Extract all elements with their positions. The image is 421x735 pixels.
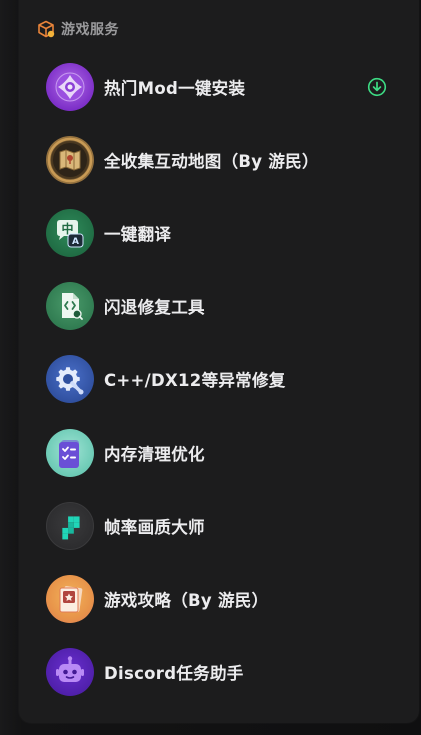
app-background: 游戏服务 热门Mod一键安装 全收集互动地图（By 游民） 中 A 一键翻译 闪… xyxy=(0,0,421,735)
service-item-mod-install[interactable]: 热门Mod一键安装 xyxy=(19,50,419,123)
service-item-runtime-fix[interactable]: C++/DX12等异常修复 xyxy=(19,343,419,416)
guide-book-icon xyxy=(46,574,94,623)
service-label: 热门Mod一键安装 xyxy=(104,78,246,98)
service-list: 热门Mod一键安装 全收集互动地图（By 游民） 中 A 一键翻译 闪退修复工具… xyxy=(19,50,419,709)
service-label: Discord任务助手 xyxy=(104,664,244,684)
panel-header: 游戏服务 xyxy=(37,18,119,40)
map-icon xyxy=(46,135,94,184)
service-item-interactive-map[interactable]: 全收集互动地图（By 游民） xyxy=(19,123,419,196)
translate-icon: 中 A xyxy=(46,208,94,257)
service-item-memory-clean[interactable]: 内存清理优化 xyxy=(19,416,419,489)
service-label: C++/DX12等异常修复 xyxy=(104,371,286,391)
service-label: 内存清理优化 xyxy=(104,444,205,464)
memory-clean-icon xyxy=(46,428,94,477)
download-circle-icon[interactable] xyxy=(367,77,387,97)
service-label: 游戏攻略（By 游民） xyxy=(104,590,269,610)
service-label: 闪退修复工具 xyxy=(104,298,205,318)
gear-repair-icon xyxy=(46,355,94,404)
file-repair-icon xyxy=(46,282,94,331)
service-label: 全收集互动地图（By 游民） xyxy=(104,151,319,171)
service-item-game-guide[interactable]: 游戏攻略（By 游民） xyxy=(19,562,419,635)
package-box-icon xyxy=(37,20,55,38)
svg-text:A: A xyxy=(72,237,79,247)
discord-bot-icon xyxy=(46,648,94,697)
service-item-discord-helper[interactable]: Discord任务助手 xyxy=(19,636,419,709)
panel-title: 游戏服务 xyxy=(61,22,119,38)
mod-install-icon xyxy=(46,62,94,111)
service-item-translate[interactable]: 中 A 一键翻译 xyxy=(19,196,419,269)
service-item-frame-rate[interactable]: 帧率画质大师 xyxy=(19,489,419,562)
frame-rate-icon xyxy=(46,501,94,550)
service-item-crash-fix[interactable]: 闪退修复工具 xyxy=(19,270,419,343)
service-label: 一键翻译 xyxy=(104,224,172,244)
game-services-panel: 游戏服务 热门Mod一键安装 全收集互动地图（By 游民） 中 A 一键翻译 闪… xyxy=(19,0,419,723)
service-label: 帧率画质大师 xyxy=(104,517,205,537)
